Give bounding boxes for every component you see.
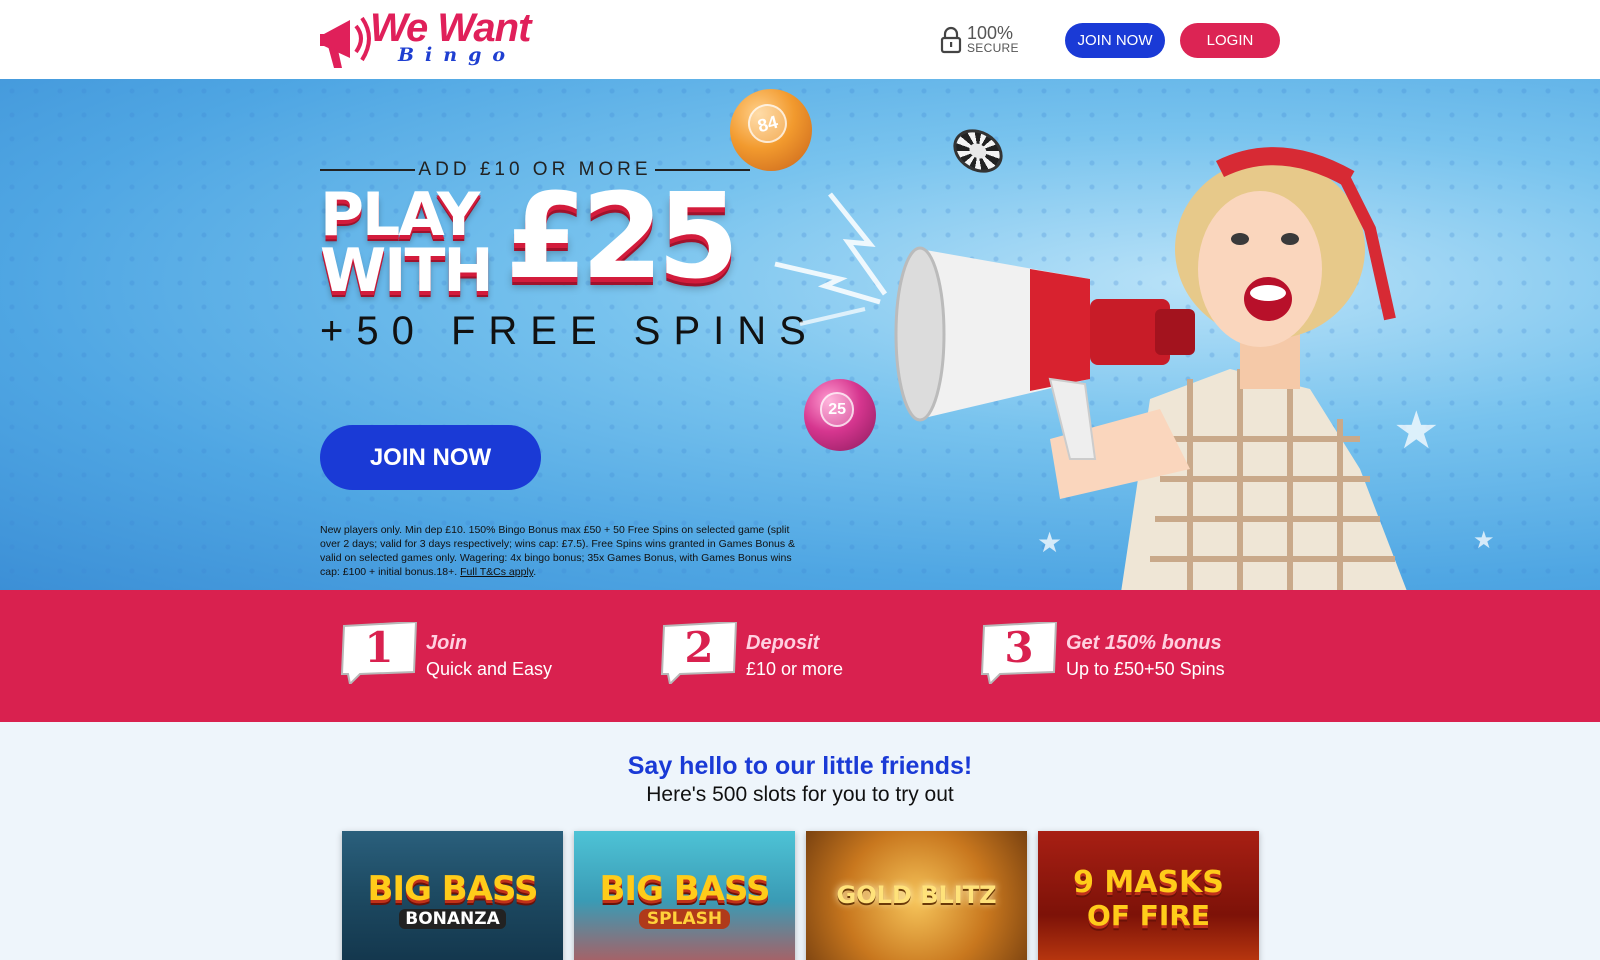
star-decoration-icon: ★ xyxy=(1393,402,1440,460)
secure-badge: 100% SECURE xyxy=(940,24,1020,56)
step-number: 2 xyxy=(684,623,714,672)
hero-subheadline: +50 FREE SPINS xyxy=(320,309,819,353)
step-description: £10 or more xyxy=(746,659,844,679)
bingo-ball-number: 25 xyxy=(819,391,855,427)
game-title-line2: SPLASH xyxy=(574,909,795,929)
step-description: Quick and Easy xyxy=(426,659,553,679)
star-decoration-icon: ★ xyxy=(1473,527,1495,554)
step-title: Get 150% bonus xyxy=(1066,632,1222,654)
star-decoration-icon: ★ xyxy=(1037,527,1063,558)
game-title-line1: BIG BASS xyxy=(599,869,771,909)
brand-name-line2: Bingo xyxy=(398,44,517,66)
game-title-line2: BONANZA xyxy=(342,909,563,929)
game-title-line2: OF FIRE xyxy=(1087,899,1210,932)
bingo-ball-orange: 84 xyxy=(730,89,812,171)
step-number: 3 xyxy=(1004,623,1034,672)
game-tile-big-bass-splash[interactable]: BIG BASS SPLASH xyxy=(574,831,795,960)
slots-subtitle: Here's 500 slots for you to try out xyxy=(646,783,954,806)
hero-terms-text: New players only. Min dep £10. 150% Bing… xyxy=(320,523,800,579)
hero-banner: ADD £10 OR MORE PLAY WITH £25 +50 FREE S… xyxy=(0,79,1600,590)
woman-with-megaphone-image xyxy=(894,147,1407,590)
step-title: Join xyxy=(426,632,468,654)
slots-title: Say hello to our little friends! xyxy=(627,752,973,780)
game-tile-9-masks-of-fire[interactable]: 9 MASKS OF FIRE xyxy=(1038,831,1259,960)
site-header: We Want Bingo 100% SECURE JOIN NOW LOGIN xyxy=(0,0,1600,79)
game-title-line2-text: BONANZA xyxy=(399,909,506,929)
terms-body: New players only. Min dep £10. 150% Bing… xyxy=(320,524,796,578)
join-now-button-hero[interactable]: JOIN NOW xyxy=(320,425,541,490)
step-item-2: 2 Deposit £10 or more xyxy=(660,622,960,692)
bingo-ball-number: 84 xyxy=(743,99,792,148)
secure-percent: 100% xyxy=(967,23,1014,43)
terms-end: . xyxy=(533,566,537,578)
join-now-button-header[interactable]: JOIN NOW xyxy=(1065,23,1165,58)
step-description: Up to £50+50 Spins xyxy=(1066,659,1225,679)
step-item-1: 1 Join Quick and Easy xyxy=(340,622,640,692)
bingo-ball-pink: 25 xyxy=(804,379,876,451)
brand-logo[interactable]: We Want Bingo xyxy=(320,6,550,74)
game-title-line1: GOLD BLITZ xyxy=(836,881,997,909)
megaphone-logo-icon xyxy=(320,16,371,68)
game-tile-big-bass-bonanza[interactable]: BIG BASS BONANZA xyxy=(342,831,563,960)
slots-section: Say hello to our little friends! Here's … xyxy=(0,722,1600,960)
steps-band: 1 Join Quick and Easy 2 Deposit £10 or m… xyxy=(0,590,1600,722)
step-number: 1 xyxy=(364,623,394,672)
game-title-line1: 9 MASKS xyxy=(1073,865,1224,900)
hero-headline-amount: £25 xyxy=(505,167,739,305)
game-title-line2-text: SPLASH xyxy=(638,909,731,929)
lightning-bolt-icon xyxy=(774,192,888,326)
hero-headline-words: PLAY WITH xyxy=(320,185,510,301)
game-title-line1: BIG BASS xyxy=(367,869,539,909)
step-title: Deposit xyxy=(746,632,820,654)
terms-link[interactable]: Full T&Cs apply xyxy=(460,566,533,578)
lock-icon xyxy=(940,26,962,54)
step-item-3: 3 Get 150% bonus Up to £50+50 Spins xyxy=(980,622,1280,692)
game-tile-gold-blitz[interactable]: GOLD BLITZ xyxy=(806,831,1027,960)
login-button[interactable]: LOGIN xyxy=(1180,23,1280,58)
secure-label: SECURE xyxy=(967,41,1019,55)
hero-headline-words-text: PLAY WITH xyxy=(320,180,494,306)
